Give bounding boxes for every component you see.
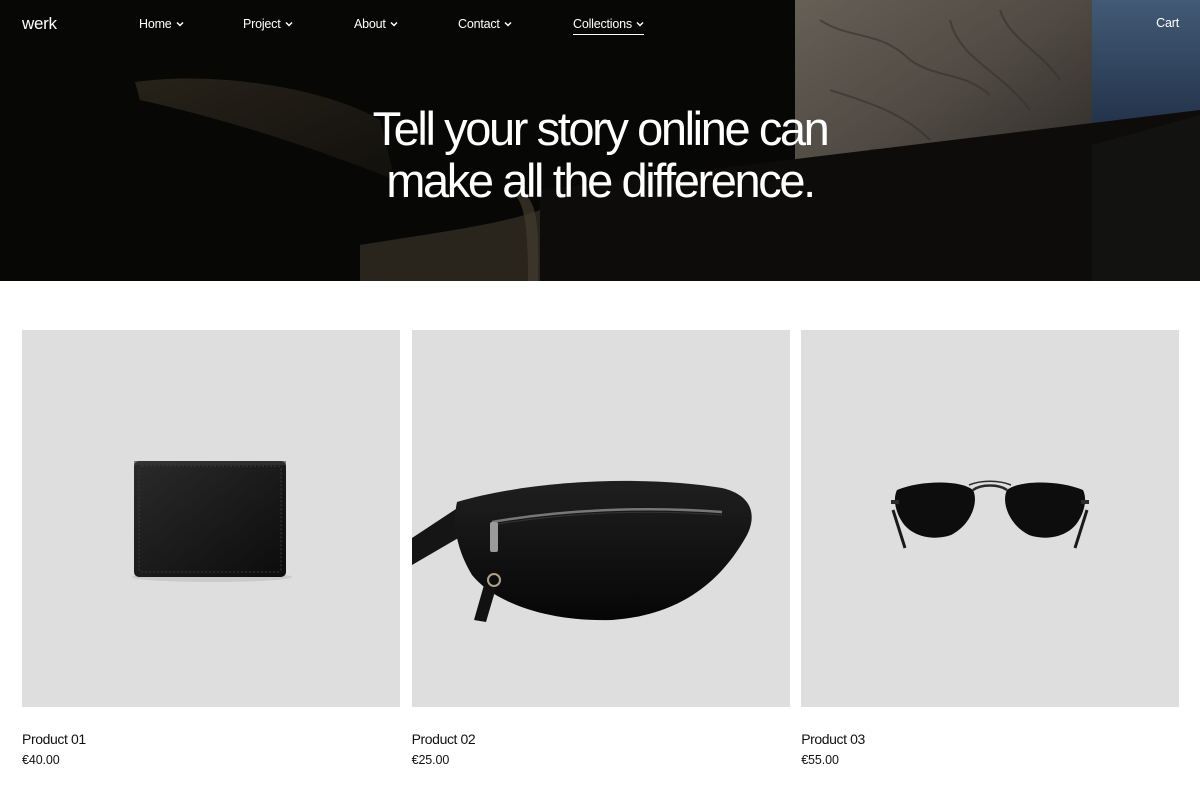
nav-about-label: About xyxy=(354,17,386,31)
hero-headline-line-2: make all the difference. xyxy=(386,154,816,207)
cart-link[interactable]: Cart xyxy=(1156,16,1179,30)
nav-home-label: Home xyxy=(139,17,172,31)
nav-project[interactable]: Project xyxy=(243,17,293,31)
product-image-aviator-sunglasses[interactable] xyxy=(801,330,1180,707)
brand-logo[interactable]: werk xyxy=(22,14,57,34)
product-price: €55.00 xyxy=(801,753,839,767)
hero-banner: werk Home Project About Contact Collecti… xyxy=(0,0,1200,281)
nav-home[interactable]: Home xyxy=(139,17,184,31)
product-title[interactable]: Product 02 xyxy=(412,731,790,747)
hero-headline: Tell your story online can make all the … xyxy=(0,103,1200,207)
product-grid: Product 01 €40.00 Product 02 €25.00 Prod… xyxy=(22,330,1180,780)
product-price: €25.00 xyxy=(411,753,450,767)
nav-contact[interactable]: Contact xyxy=(458,17,512,31)
nav-project-label: Project xyxy=(243,17,281,31)
nav-collections-label: Collections xyxy=(573,17,632,31)
nav-contact-label: Contact xyxy=(458,17,500,31)
chevron-down-icon xyxy=(176,21,184,27)
product-image-belt-bag[interactable] xyxy=(411,330,790,707)
product-card-01[interactable]: Product 01 €40.00 xyxy=(22,330,400,780)
chevron-down-icon xyxy=(504,21,512,27)
product-title[interactable]: Product 03 xyxy=(801,731,1179,747)
chevron-down-icon xyxy=(390,21,398,27)
hero-headline-line-1: Tell your story online can xyxy=(372,102,830,155)
top-navigation: werk Home Project About Contact Collecti… xyxy=(0,0,1200,48)
product-title[interactable]: Product 01 xyxy=(22,731,400,747)
product-image-wallet[interactable] xyxy=(22,330,400,707)
chevron-down-icon xyxy=(284,21,293,27)
nav-collections[interactable]: Collections xyxy=(573,17,644,35)
product-card-02[interactable]: Product 02 €25.00 xyxy=(411,330,790,780)
chevron-down-icon xyxy=(636,21,644,27)
product-card-03[interactable]: Product 03 €55.00 xyxy=(801,330,1180,780)
product-price: €40.00 xyxy=(22,753,60,767)
nav-about[interactable]: About xyxy=(354,17,398,31)
